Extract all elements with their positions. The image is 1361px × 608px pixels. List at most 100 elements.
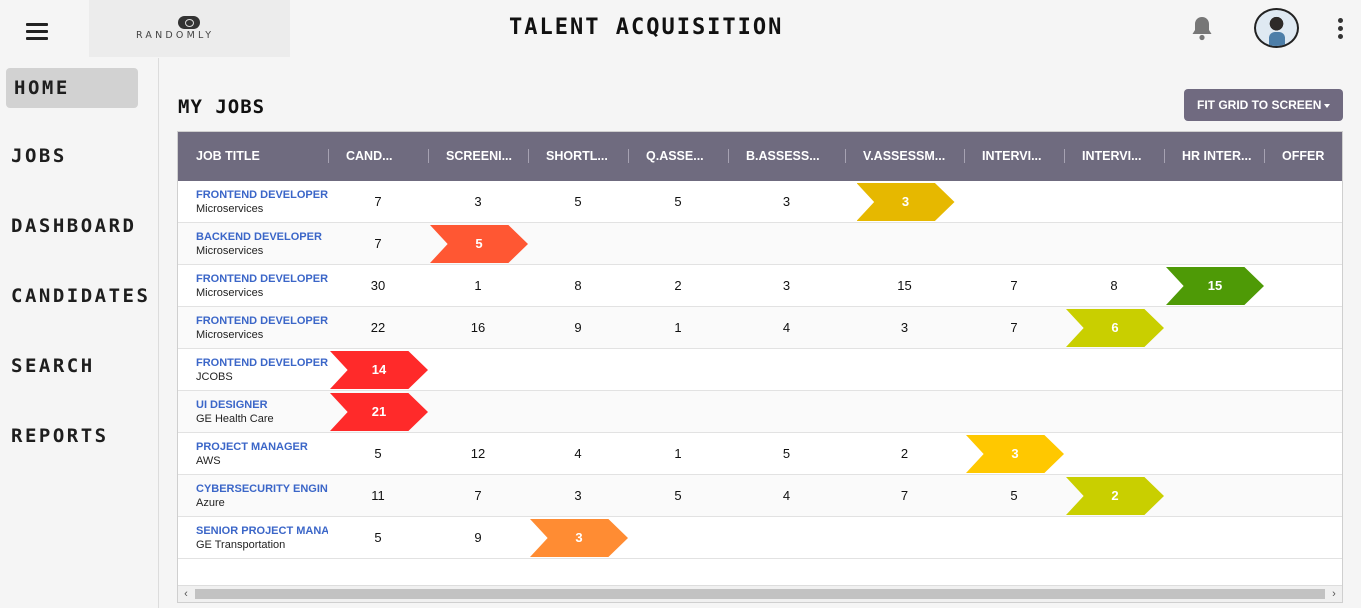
table-row[interactable]: FRONTEND DEVELOPER JCOBS 14 — [178, 349, 1342, 391]
stage-count[interactable]: 8 — [1064, 265, 1164, 307]
fit-grid-button[interactable]: FIT GRID TO SCREEN — [1184, 89, 1343, 121]
stage-count[interactable]: 3 — [728, 181, 845, 223]
stage-count[interactable]: 11 — [328, 475, 428, 517]
stage-count[interactable]: 5 — [328, 433, 428, 475]
job-title-link[interactable]: FRONTEND DEVELOPER — [196, 314, 328, 328]
current-stage-chevron[interactable]: 3 — [530, 519, 628, 557]
stage-count[interactable]: 1 — [428, 265, 528, 307]
sidebar-item-dashboard[interactable]: DASHBOARD — [6, 206, 138, 246]
stage-count[interactable]: 1 — [628, 307, 728, 349]
table-row[interactable]: CYBERSECURITY ENGINEERAzure117354752 — [178, 475, 1342, 517]
column-separator[interactable] — [528, 149, 529, 163]
job-title-link[interactable]: CYBERSECURITY ENGINEER — [196, 482, 328, 496]
sidebar-item-home[interactable]: HOME — [6, 68, 138, 108]
current-stage-chevron[interactable]: 2 — [1066, 477, 1164, 515]
column-header[interactable]: SHORTL... — [546, 132, 622, 181]
stage-count[interactable]: 7 — [328, 181, 428, 223]
stage-count[interactable]: 7 — [428, 475, 528, 517]
column-separator[interactable] — [728, 149, 729, 163]
table-row[interactable]: SENIOR PROJECT MANAGERGE Transportation5… — [178, 517, 1342, 559]
table-row[interactable]: PROJECT MANAGER AWS 5 12 4 1 5 2 3 — [178, 433, 1342, 475]
column-header[interactable]: HR INTER... — [1182, 132, 1258, 181]
job-title-cell[interactable]: FRONTEND DEVELOPER JCOBS — [196, 356, 328, 384]
column-header[interactable]: OFFER — [1282, 132, 1338, 181]
job-title-link[interactable]: SENIOR PROJECT MANAGER — [196, 524, 328, 538]
table-row[interactable]: FRONTEND DEVELOPER Microservices 22 16 9 1 4 3 7… — [178, 307, 1342, 349]
stage-count[interactable]: 5 — [628, 475, 728, 517]
scrollbar-thumb[interactable] — [195, 589, 1325, 599]
column-header[interactable]: Q.ASSE... — [646, 132, 722, 181]
stage-count[interactable]: 22 — [328, 307, 428, 349]
table-row[interactable]: BACKEND DEVELOPER Microservices 7 5 — [178, 223, 1342, 265]
stage-count[interactable]: 7 — [845, 475, 964, 517]
column-separator[interactable] — [964, 149, 965, 163]
job-title-link[interactable]: FRONTEND DEVELOPER — [196, 272, 328, 286]
stage-count[interactable]: 5 — [964, 475, 1064, 517]
job-title-cell[interactable]: BACKEND DEVELOPER Microservices — [196, 230, 328, 258]
stage-count[interactable]: 5 — [628, 181, 728, 223]
stage-count[interactable]: 3 — [728, 265, 845, 307]
job-title-link[interactable]: BACKEND DEVELOPER — [196, 230, 328, 244]
column-separator[interactable] — [1264, 149, 1265, 163]
stage-count[interactable]: 3 — [428, 181, 528, 223]
avatar[interactable] — [1254, 8, 1299, 48]
column-separator[interactable] — [845, 149, 846, 163]
current-stage-chevron[interactable]: 5 — [430, 225, 528, 263]
stage-count[interactable]: 9 — [428, 517, 528, 559]
stage-count[interactable]: 7 — [964, 265, 1064, 307]
job-title-cell[interactable]: CYBERSECURITY ENGINEERAzure — [196, 482, 328, 510]
more-vert-icon[interactable] — [1338, 18, 1344, 40]
current-stage-chevron[interactable]: 3 — [856, 183, 955, 221]
job-title-cell[interactable]: UI DESIGNER GE Health Care — [196, 398, 328, 426]
job-title-link[interactable]: UI DESIGNER — [196, 398, 328, 412]
stage-count[interactable]: 30 — [328, 265, 428, 307]
stage-count[interactable]: 2 — [628, 265, 728, 307]
stage-count[interactable]: 12 — [428, 433, 528, 475]
horizontal-scrollbar[interactable]: ‹ › — [178, 585, 1342, 602]
job-title-cell[interactable]: PROJECT MANAGER AWS — [196, 440, 328, 468]
job-title-link[interactable]: FRONTEND DEVELOPER — [196, 188, 328, 202]
stage-count[interactable]: 5 — [728, 433, 845, 475]
column-header[interactable]: JOB TITLE — [196, 132, 328, 181]
column-header[interactable]: SCREENI... — [446, 132, 522, 181]
stage-count[interactable]: 16 — [428, 307, 528, 349]
job-title-cell[interactable]: SENIOR PROJECT MANAGERGE Transportation — [196, 524, 328, 552]
stage-count[interactable]: 9 — [528, 307, 628, 349]
stage-count[interactable]: 1 — [628, 433, 728, 475]
sidebar-item-jobs[interactable]: JOBS — [6, 136, 138, 176]
column-header[interactable]: B.ASSESS... — [746, 132, 839, 181]
stage-count[interactable]: 4 — [528, 433, 628, 475]
job-title-cell[interactable]: FRONTEND DEVELOPER Microservices — [196, 314, 328, 342]
stage-count[interactable]: 2 — [845, 433, 964, 475]
column-header[interactable]: CAND... — [346, 132, 422, 181]
current-stage-chevron[interactable]: 15 — [1166, 267, 1264, 305]
stage-count[interactable]: 3 — [845, 307, 964, 349]
stage-count[interactable]: 8 — [528, 265, 628, 307]
scroll-left-icon[interactable]: ‹ — [178, 586, 194, 602]
column-header[interactable]: INTERVI... — [1082, 132, 1158, 181]
stage-count[interactable]: 3 — [528, 475, 628, 517]
current-stage-chevron[interactable]: 3 — [966, 435, 1064, 473]
current-stage-chevron[interactable]: 14 — [330, 351, 428, 389]
bell-icon[interactable] — [1190, 15, 1214, 41]
stage-count[interactable]: 7 — [964, 307, 1064, 349]
scroll-right-icon[interactable]: › — [1326, 586, 1342, 602]
stage-count[interactable]: 15 — [845, 265, 964, 307]
stage-count[interactable]: 4 — [728, 475, 845, 517]
stage-count[interactable]: 5 — [328, 517, 428, 559]
job-title-cell[interactable]: FRONTEND DEVELOPER Microservices — [196, 188, 328, 216]
stage-count[interactable]: 7 — [328, 223, 428, 265]
current-stage-chevron[interactable]: 21 — [330, 393, 428, 431]
job-title-cell[interactable]: FRONTEND DEVELOPER Microservices — [196, 272, 328, 300]
column-separator[interactable] — [628, 149, 629, 163]
table-row[interactable]: FRONTEND DEVELOPER Microservices 30 1 8 2 3 15 7… — [178, 265, 1342, 307]
table-row[interactable]: FRONTEND DEVELOPER Microservices 7 3 5 5 3 3 — [178, 181, 1342, 223]
sidebar-item-candidates[interactable]: CANDIDATES — [6, 276, 148, 316]
menu-icon[interactable] — [26, 23, 48, 41]
job-title-link[interactable]: PROJECT MANAGER — [196, 440, 328, 454]
column-separator[interactable] — [328, 149, 329, 163]
column-header[interactable]: V.ASSESSM... — [863, 132, 958, 181]
job-title-link[interactable]: FRONTEND DEVELOPER — [196, 356, 328, 370]
column-separator[interactable] — [1164, 149, 1165, 163]
column-separator[interactable] — [428, 149, 429, 163]
